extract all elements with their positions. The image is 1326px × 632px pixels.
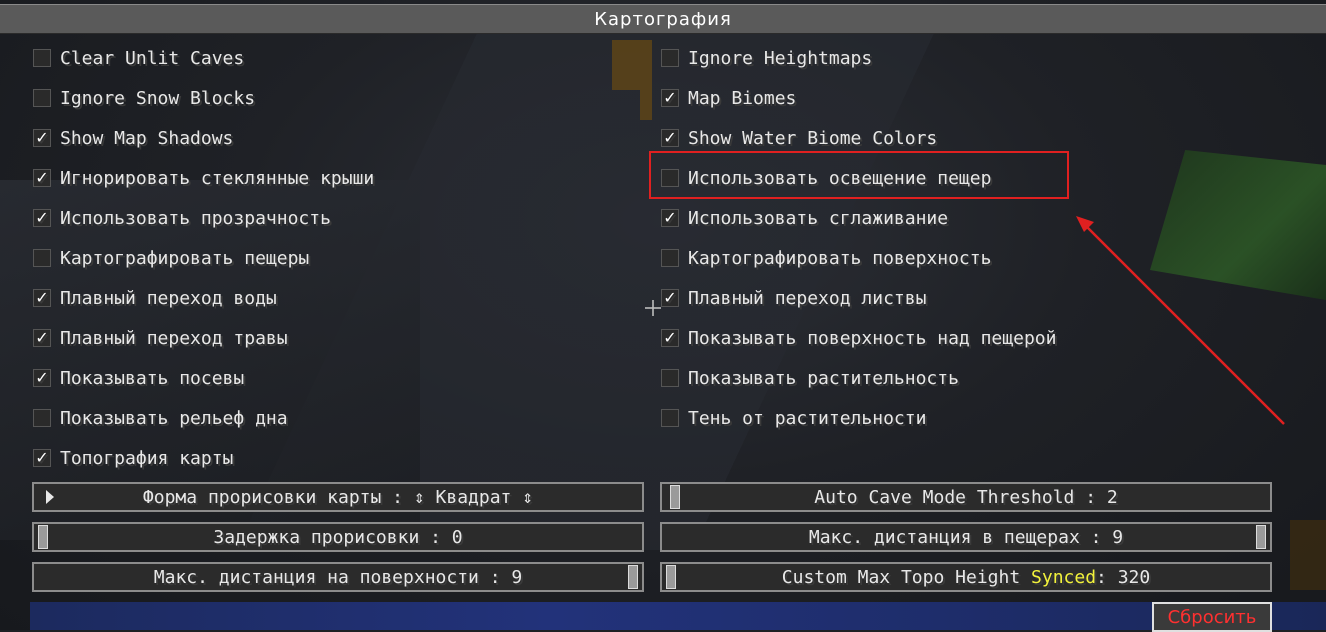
- play-icon: [46, 490, 54, 504]
- max-surface-distance-label: Макс. дистанция на поверхности : 9: [153, 566, 523, 588]
- auto-cave-label: Auto Cave Mode Threshold : 2: [814, 486, 1118, 508]
- slider-knob[interactable]: [38, 525, 48, 549]
- slider-knob[interactable]: [1256, 525, 1266, 549]
- topo-height-slider[interactable]: Custom Max Topo Height Synced: 320: [660, 562, 1272, 592]
- slider-knob[interactable]: [628, 565, 638, 589]
- synced-tag: Synced: [1031, 566, 1097, 588]
- max-cave-distance-slider[interactable]: Макс. дистанция в пещерах : 9: [660, 522, 1272, 552]
- topo-height-label: Custom Max Topo Height Synced: 320: [781, 566, 1151, 588]
- render-shape-button[interactable]: Форма прорисовки карты : ⇕ Квадрат ⇕: [32, 482, 644, 512]
- reset-button[interactable]: Сбросить: [1152, 602, 1272, 632]
- auto-cave-slider[interactable]: Auto Cave Mode Threshold : 2: [660, 482, 1272, 512]
- render-shape-label: Форма прорисовки карты : ⇕ Квадрат ⇕: [142, 486, 534, 508]
- render-delay-label: Задержка прорисовки : 0: [213, 526, 463, 548]
- max-cave-distance-label: Макс. дистанция в пещерах : 9: [808, 526, 1124, 548]
- slider-knob[interactable]: [670, 485, 680, 509]
- max-surface-distance-slider[interactable]: Макс. дистанция на поверхности : 9: [32, 562, 644, 592]
- render-delay-slider[interactable]: Задержка прорисовки : 0: [32, 522, 644, 552]
- slider-knob[interactable]: [666, 565, 676, 589]
